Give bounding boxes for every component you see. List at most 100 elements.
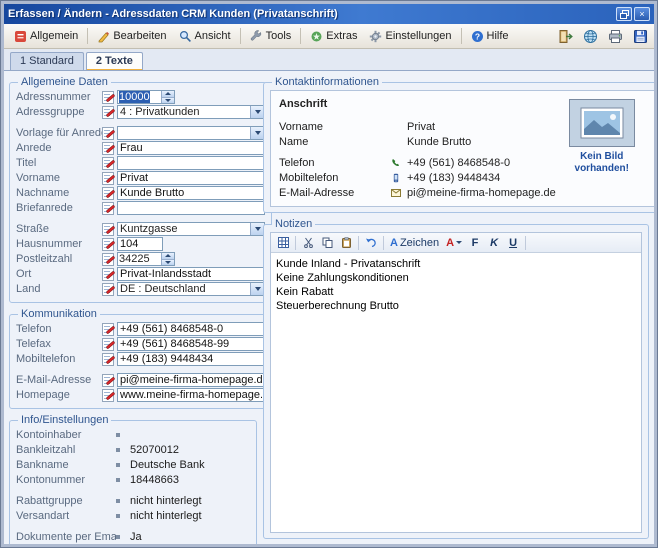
phone-icon xyxy=(391,158,401,168)
chevron-down-icon[interactable] xyxy=(250,283,264,295)
restore-button[interactable] xyxy=(616,7,632,21)
window-title: Erfassen / Ändern - Adressdaten CRM Kund… xyxy=(8,8,614,20)
copy-button[interactable] xyxy=(318,234,336,251)
edit-icon[interactable] xyxy=(102,91,114,104)
info-value: nicht hinterlegt xyxy=(130,510,202,522)
briefanrede-input[interactable] xyxy=(117,201,265,215)
app-window: Erfassen / Ändern - Adressdaten CRM Kund… xyxy=(0,0,658,548)
email-input[interactable] xyxy=(117,373,265,387)
land-select[interactable]: DE : Deutschland xyxy=(117,282,265,296)
mobiltelefon-input[interactable] xyxy=(117,352,265,366)
edit-icon[interactable] xyxy=(102,172,114,185)
exit-button[interactable] xyxy=(555,26,575,46)
edit-icon[interactable] xyxy=(102,142,114,155)
zeichen-label: Zeichen xyxy=(400,237,439,249)
field-strasse: Straße Kuntzgasse xyxy=(16,222,265,236)
menu-label: Hilfe xyxy=(487,30,509,42)
adressnummer-spinner[interactable] xyxy=(161,91,174,103)
tab-standard[interactable]: 1 Standard xyxy=(10,52,84,70)
anschrift-header: Anschrift xyxy=(279,98,556,110)
envelope-icon xyxy=(391,189,401,197)
tab-texte[interactable]: 2 Texte xyxy=(86,52,143,70)
field-label: Ort xyxy=(16,268,102,280)
menu-bearbeiten[interactable]: Bearbeiten xyxy=(91,27,172,46)
menu-einstellungen[interactable]: Einstellungen xyxy=(363,27,457,46)
edit-icon[interactable] xyxy=(102,157,114,170)
field-postleitzahl: Postleitzahl 34225 xyxy=(16,252,265,266)
edit-icon[interactable] xyxy=(102,223,114,236)
right-column: Kontaktinformationen Anschrift Vorname P… xyxy=(263,76,649,539)
edit-icon[interactable] xyxy=(102,187,114,200)
edit-icon[interactable] xyxy=(102,253,114,266)
edit-icon[interactable] xyxy=(102,338,114,351)
plz-spinner[interactable] xyxy=(161,253,174,265)
menu-tools[interactable]: Tools xyxy=(244,27,298,46)
note-line: Kunde Inland - Privatanschrift xyxy=(276,257,636,271)
edit-icon[interactable] xyxy=(102,106,114,119)
postleitzahl-input[interactable]: 34225 xyxy=(117,252,175,266)
info-label: Bankname xyxy=(16,459,116,471)
italic-button[interactable]: K xyxy=(485,234,503,251)
titel-input[interactable] xyxy=(117,156,265,170)
anrede-input[interactable] xyxy=(117,141,265,155)
edit-icon[interactable] xyxy=(102,238,114,251)
print-button[interactable] xyxy=(605,26,625,46)
zeichen-button[interactable]: A Zeichen xyxy=(387,234,442,251)
field-titel: Titel xyxy=(16,156,265,170)
edit-icon[interactable] xyxy=(102,374,114,387)
menu-allgemein[interactable]: Allgemein xyxy=(8,27,84,46)
field-label: Titel xyxy=(16,157,102,169)
edit-icon[interactable] xyxy=(102,353,114,366)
hausnummer-input[interactable] xyxy=(117,237,163,251)
telefax-input[interactable] xyxy=(117,337,265,351)
edit-icon[interactable] xyxy=(102,323,114,336)
telefon-input[interactable] xyxy=(117,322,265,336)
field-label: Land xyxy=(16,283,102,295)
edit-icon[interactable] xyxy=(102,389,114,402)
spin-down-icon[interactable] xyxy=(162,259,174,266)
chevron-down-icon[interactable] xyxy=(250,127,264,139)
nachname-input[interactable] xyxy=(117,186,265,200)
notizen-textarea[interactable]: Kunde Inland - Privatanschrift Keine Zah… xyxy=(271,253,641,532)
fieldset-kommunikation: Kommunikation Telefon Telefax xyxy=(9,308,290,409)
kontakt-row-name: Name Kunde Brutto xyxy=(279,134,556,149)
close-button[interactable]: × xyxy=(634,7,650,21)
no-image-text: Kein Bild vorhanden! xyxy=(575,151,629,175)
field-label: Anrede xyxy=(16,142,102,154)
edit-icon[interactable] xyxy=(102,127,114,140)
edit-icon[interactable] xyxy=(102,202,114,215)
edit-icon[interactable] xyxy=(102,283,114,296)
spin-down-icon[interactable] xyxy=(162,97,174,104)
paste-button[interactable] xyxy=(337,234,355,251)
edit-icon[interactable] xyxy=(102,268,114,281)
web-button[interactable] xyxy=(580,26,600,46)
cut-button[interactable] xyxy=(299,234,317,251)
save-button[interactable] xyxy=(630,26,650,46)
menubar: Allgemein Bearbeiten Ansicht Tools Extra… xyxy=(4,24,654,49)
chevron-down-icon[interactable] xyxy=(250,106,264,118)
ort-input[interactable] xyxy=(117,267,265,281)
bullet-icon xyxy=(116,514,120,518)
adressnummer-input[interactable]: 10000 xyxy=(117,90,175,104)
font-color-button[interactable]: A xyxy=(443,234,465,251)
menu-hilfe[interactable]: ? Hilfe xyxy=(465,27,515,46)
menu-extras[interactable]: Extras xyxy=(304,27,363,46)
font-color-a-icon: A xyxy=(446,237,454,249)
field-label: Hausnummer xyxy=(16,238,102,250)
undo-button[interactable] xyxy=(362,234,380,251)
bold-button[interactable]: F xyxy=(466,234,484,251)
info-label: Bankleitzahl xyxy=(16,444,116,456)
homepage-input[interactable] xyxy=(117,388,265,402)
adressgruppe-select[interactable]: 4 : Privatkunden xyxy=(117,105,265,119)
underline-button[interactable]: U xyxy=(504,234,522,251)
field-telefax: Telefax xyxy=(16,337,283,351)
legend-info-einstellungen: Info/Einstellungen xyxy=(18,414,111,426)
notizen-toolbar: A Zeichen A F K U xyxy=(271,233,641,253)
table-button[interactable] xyxy=(274,234,292,251)
vorname-input[interactable] xyxy=(117,171,265,185)
menu-ansicht[interactable]: Ansicht xyxy=(173,27,237,46)
vorlage-anrede-select[interactable] xyxy=(117,126,265,140)
chevron-down-icon[interactable] xyxy=(250,223,264,235)
kontakt-row-telefon: Telefon +49 (561) 8468548-0 xyxy=(279,155,556,170)
strasse-select[interactable]: Kuntzgasse xyxy=(117,222,265,236)
